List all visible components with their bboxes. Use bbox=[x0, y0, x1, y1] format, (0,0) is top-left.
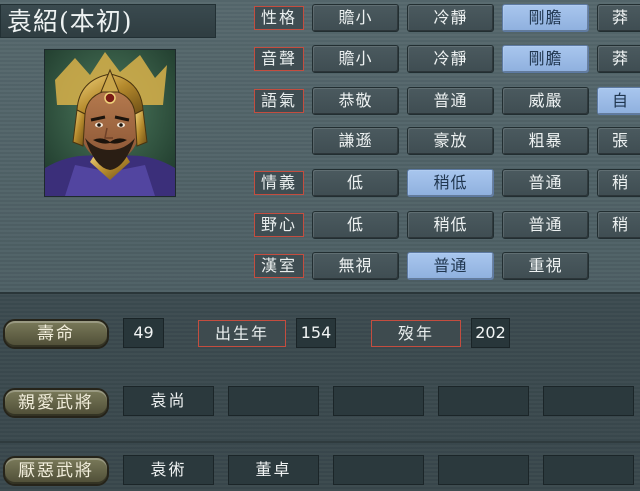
lifespan-button[interactable]: 壽命 bbox=[3, 319, 109, 349]
disliked-officer-slot-2[interactable]: 董卓 bbox=[228, 455, 319, 485]
death-year-label: 歿年 bbox=[371, 320, 461, 347]
panel-divider bbox=[0, 441, 640, 443]
ambition-option-2[interactable]: 稍低 bbox=[407, 211, 494, 239]
voice-option-3[interactable]: 剛膽 bbox=[502, 45, 589, 73]
officer-edit-screen: 袁紹(本初) 性格 贍小 冷靜 剛膽 莽 音聲 贍小 冷靜 剛膽 莽 語氣 恭敬… bbox=[0, 0, 640, 491]
portrait-image bbox=[45, 50, 175, 196]
death-year-value[interactable]: 202 bbox=[471, 318, 510, 348]
han-court-label: 漢室 bbox=[254, 254, 304, 278]
voice-option-1[interactable]: 贍小 bbox=[312, 45, 399, 73]
tone-label: 語氣 bbox=[254, 89, 304, 113]
loyalty-option-2[interactable]: 稍低 bbox=[407, 169, 494, 197]
birth-year-value[interactable]: 154 bbox=[296, 318, 336, 348]
tone-option-2[interactable]: 普通 bbox=[407, 87, 494, 115]
han-court-option-3[interactable]: 重視 bbox=[502, 252, 589, 280]
ambition-option-3[interactable]: 普通 bbox=[502, 211, 589, 239]
favored-officer-slot-2[interactable] bbox=[228, 386, 319, 416]
disliked-officer-slot-3[interactable] bbox=[333, 455, 424, 485]
birth-year-label: 出生年 bbox=[198, 320, 286, 347]
disliked-officer-slot-1[interactable]: 袁術 bbox=[123, 455, 214, 485]
voice-option-4[interactable]: 莽 bbox=[597, 45, 640, 73]
disliked-officers-button[interactable]: 厭惡武將 bbox=[3, 456, 109, 486]
voice-option-2[interactable]: 冷靜 bbox=[407, 45, 494, 73]
favored-officer-slot-1[interactable]: 袁尚 bbox=[123, 386, 214, 416]
loyalty-label: 情義 bbox=[254, 171, 304, 195]
favored-officer-slot-4[interactable] bbox=[438, 386, 529, 416]
temperament-option-3[interactable]: 剛膽 bbox=[502, 4, 589, 32]
tone-option-3[interactable]: 威嚴 bbox=[502, 87, 589, 115]
ambition-option-4[interactable]: 稍 bbox=[597, 211, 640, 239]
tone-option-4[interactable]: 自 bbox=[597, 87, 640, 115]
temperament-option-4[interactable]: 莽 bbox=[597, 4, 640, 32]
temperament-option-1[interactable]: 贍小 bbox=[312, 4, 399, 32]
tone-extra-option-4[interactable]: 張 bbox=[597, 127, 640, 155]
officer-portrait[interactable] bbox=[44, 49, 176, 197]
loyalty-option-4[interactable]: 稍 bbox=[597, 169, 640, 197]
favored-officer-slot-3[interactable] bbox=[333, 386, 424, 416]
tone-option-1[interactable]: 恭敬 bbox=[312, 87, 399, 115]
favored-officers-button[interactable]: 親愛武將 bbox=[3, 388, 109, 418]
temperament-option-2[interactable]: 冷靜 bbox=[407, 4, 494, 32]
han-court-option-1[interactable]: 無視 bbox=[312, 252, 399, 280]
tone-extra-option-3[interactable]: 粗暴 bbox=[502, 127, 589, 155]
disliked-officer-slot-4[interactable] bbox=[438, 455, 529, 485]
lifespan-value[interactable]: 49 bbox=[123, 318, 164, 348]
han-court-option-2[interactable]: 普通 bbox=[407, 252, 494, 280]
tone-extra-option-2[interactable]: 豪放 bbox=[407, 127, 494, 155]
temperament-label: 性格 bbox=[254, 6, 304, 30]
voice-label: 音聲 bbox=[254, 47, 304, 71]
ambition-label: 野心 bbox=[254, 213, 304, 237]
loyalty-option-3[interactable]: 普通 bbox=[502, 169, 589, 197]
disliked-officer-slot-5[interactable] bbox=[543, 455, 634, 485]
loyalty-option-1[interactable]: 低 bbox=[312, 169, 399, 197]
officer-name[interactable]: 袁紹(本初) bbox=[0, 4, 216, 38]
favored-officer-slot-5[interactable] bbox=[543, 386, 634, 416]
tone-extra-option-1[interactable]: 謙遜 bbox=[312, 127, 399, 155]
ambition-option-1[interactable]: 低 bbox=[312, 211, 399, 239]
